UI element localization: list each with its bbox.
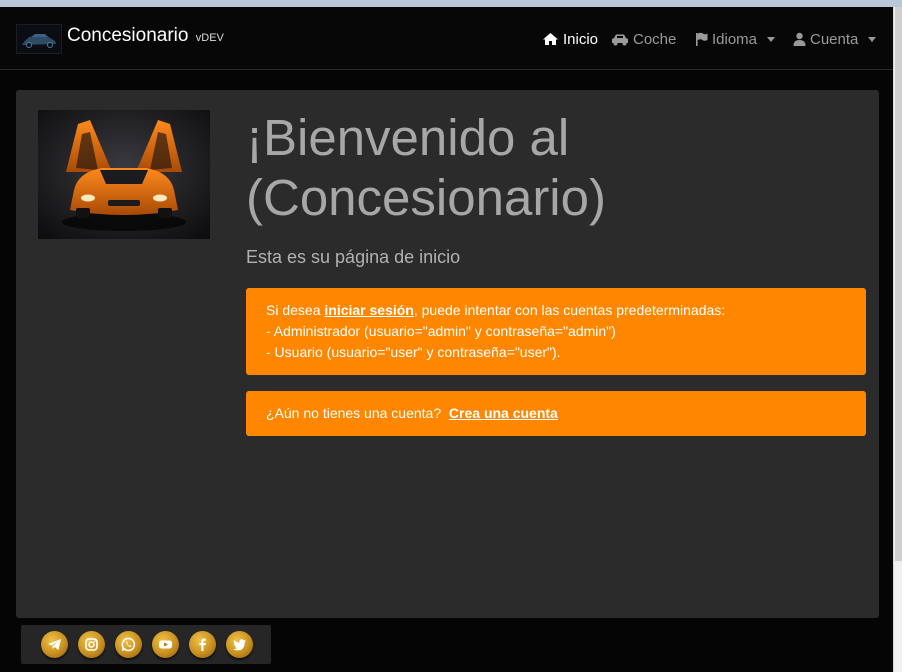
alert-line: Si desea iniciar sesión, puede intentar …	[266, 300, 846, 321]
alert-text: Si desea	[266, 302, 325, 318]
register-alert: ¿Aún no tienes una cuenta? Crea una cuen…	[246, 391, 866, 436]
vertical-scrollbar[interactable]	[893, 7, 902, 672]
nav-item-label: Inicio	[563, 30, 599, 48]
flag-icon	[695, 32, 708, 46]
alert-text: , puede intentar con las cuentas predete…	[413, 302, 726, 318]
scrollbar-thumb[interactable]	[895, 7, 902, 561]
whatsapp-icon[interactable]	[115, 631, 142, 658]
chevron-down-icon	[767, 36, 776, 42]
user-icon	[793, 32, 806, 46]
youtube-icon[interactable]	[152, 631, 179, 658]
register-link[interactable]: Crea una cuenta	[449, 405, 558, 421]
page-title: ¡Bienvenido al (Concesionario)	[246, 109, 606, 226]
car-icon	[611, 33, 629, 46]
hero-car-image	[38, 110, 210, 239]
nav-item-label: Coche	[633, 30, 677, 48]
admin-credentials-line: - Administrador (usuario="admin" y contr…	[266, 323, 616, 339]
home-icon	[542, 32, 559, 46]
brand-logo[interactable]	[16, 24, 62, 54]
nav-item-label: Idioma	[712, 30, 758, 48]
twitter-icon[interactable]	[226, 631, 253, 658]
telegram-icon[interactable]	[41, 631, 68, 658]
login-info-alert: Si desea iniciar sesión, puede intentar …	[246, 288, 866, 375]
login-link[interactable]: iniciar sesión	[324, 302, 413, 318]
brand-name: Concesionario	[67, 25, 189, 46]
page-subtitle: Esta es su página de inicio	[246, 247, 461, 267]
nav-item-cuenta[interactable]: Cuenta	[793, 28, 877, 50]
window-title-bar-edge	[0, 0, 902, 7]
social-links-bar	[21, 625, 271, 664]
chevron-down-icon	[868, 36, 877, 42]
nav-item-inicio[interactable]: Inicio	[542, 28, 598, 50]
brand-title[interactable]: Concesionario vDEV	[67, 25, 224, 47]
nav-item-coche[interactable]: Coche	[611, 28, 676, 50]
top-navbar: Concesionario vDEV Inicio Coche Idioma C…	[0, 7, 893, 70]
facebook-icon[interactable]	[189, 631, 216, 658]
alert-text: ¿Aún no tienes una cuenta?	[266, 405, 442, 421]
brand-version: vDEV	[195, 32, 224, 44]
nav-item-label: Cuenta	[810, 30, 859, 48]
user-credentials-line: - Usuario (usuario="user" y contraseña="…	[266, 344, 561, 360]
instagram-icon[interactable]	[78, 631, 105, 658]
nav-item-idioma[interactable]: Idioma	[695, 28, 776, 50]
